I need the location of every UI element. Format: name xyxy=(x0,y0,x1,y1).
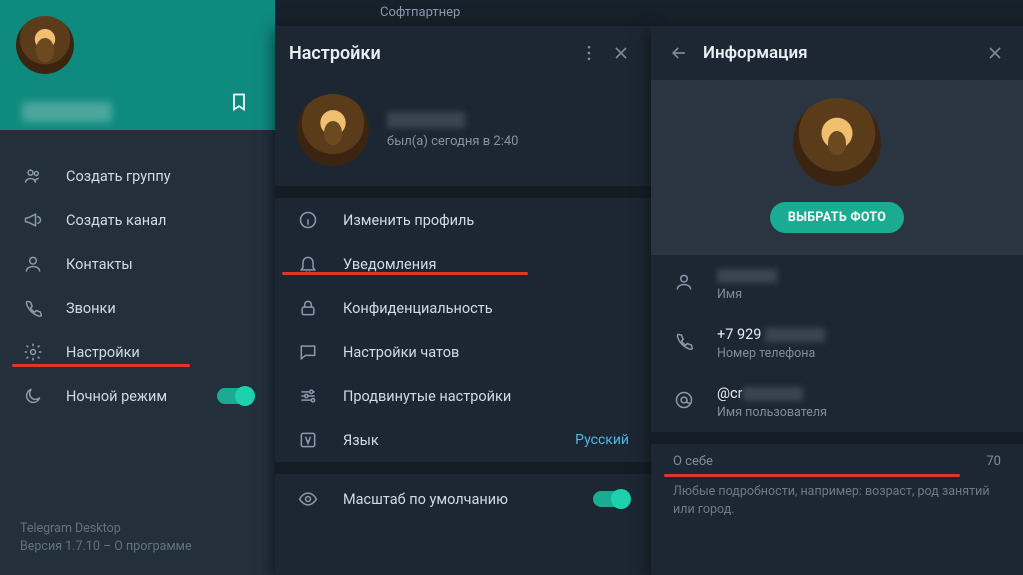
language-value: Русский xyxy=(575,432,629,448)
close-icon xyxy=(611,43,631,63)
close-button[interactable] xyxy=(979,37,1011,69)
settings-header: Настройки xyxy=(275,26,651,80)
back-button[interactable] xyxy=(663,37,695,69)
phone-icon xyxy=(673,330,695,352)
row-edit-profile[interactable]: Изменить профиль xyxy=(275,198,651,242)
bookmark-icon xyxy=(229,92,249,112)
eye-icon xyxy=(297,488,319,510)
field-label: Имя xyxy=(717,287,777,302)
field-label: Номер телефона xyxy=(717,346,825,361)
field-username[interactable]: @cr Имя пользователя xyxy=(651,373,1023,432)
phone-icon xyxy=(22,297,44,319)
close-icon xyxy=(985,43,1005,63)
row-advanced[interactable]: Продвинутые настройки xyxy=(275,374,651,418)
sidebar-header xyxy=(0,0,275,130)
row-chat-settings[interactable]: Настройки чатов xyxy=(275,330,651,374)
choose-photo-button[interactable]: ВЫБРАТЬ ФОТО xyxy=(770,202,904,233)
settings-panel: Настройки был(а) сегодня в 2:40 Изменить… xyxy=(275,26,651,575)
username-redacted xyxy=(22,102,112,122)
annotation-underline xyxy=(12,364,190,367)
profile-summary: был(а) сегодня в 2:40 xyxy=(275,80,651,186)
row-label: Изменить профиль xyxy=(343,212,474,229)
default-scale-toggle[interactable] xyxy=(593,491,629,507)
photo-area: ВЫБРАТЬ ФОТО xyxy=(651,80,1023,255)
divider xyxy=(275,462,651,474)
menu-calls[interactable]: Звонки xyxy=(0,286,275,330)
last-seen-status: был(а) сегодня в 2:40 xyxy=(387,134,519,149)
menu-label: Создать канал xyxy=(66,212,166,229)
phone-value: +7 929 xyxy=(717,326,761,343)
name-redacted xyxy=(717,269,777,283)
night-mode-toggle[interactable] xyxy=(217,388,253,404)
at-icon xyxy=(673,389,695,411)
sidebar-menu: Создать группу Создать канал Контакты Зв… xyxy=(0,130,275,418)
menu-create-group[interactable]: Создать группу xyxy=(0,154,275,198)
close-button[interactable] xyxy=(605,37,637,69)
settings-title-text: Настройки xyxy=(289,43,573,64)
language-icon xyxy=(297,429,319,451)
about-char-count: 70 xyxy=(986,454,1001,469)
avatar[interactable] xyxy=(297,94,369,166)
person-icon xyxy=(22,253,44,275)
row-label: Язык xyxy=(343,432,379,449)
row-label: Уведомления xyxy=(343,256,436,273)
annotation-underline xyxy=(664,474,960,477)
more-button[interactable] xyxy=(573,37,605,69)
group-icon xyxy=(22,165,44,187)
moon-icon xyxy=(22,385,44,407)
row-label: Настройки чатов xyxy=(343,344,459,361)
chat-header: Софтпартнер xyxy=(275,0,1023,26)
username-redacted xyxy=(743,387,803,401)
phone-redacted xyxy=(765,328,825,342)
menu-create-channel[interactable]: Создать канал xyxy=(0,198,275,242)
chat-icon xyxy=(297,341,319,363)
sliders-icon xyxy=(297,385,319,407)
menu-label: Звонки xyxy=(66,300,116,317)
saved-messages-button[interactable] xyxy=(225,88,253,116)
dots-vertical-icon xyxy=(579,43,599,63)
field-phone[interactable]: +7 929 Номер телефона xyxy=(651,314,1023,373)
row-label: Продвинутые настройки xyxy=(343,388,511,405)
divider xyxy=(651,432,1023,444)
menu-label: Ночной режим xyxy=(66,388,167,405)
arrow-left-icon xyxy=(669,43,689,63)
row-privacy[interactable]: Конфиденциальность xyxy=(275,286,651,330)
menu-label: Контакты xyxy=(66,256,133,273)
avatar[interactable] xyxy=(793,98,881,186)
info-icon xyxy=(297,209,319,231)
megaphone-icon xyxy=(22,209,44,231)
info-title-text: Информация xyxy=(703,43,979,63)
field-label: Имя пользователя xyxy=(717,405,827,420)
menu-contacts[interactable]: Контакты xyxy=(0,242,275,286)
menu-night-mode[interactable]: Ночной режим xyxy=(0,374,275,418)
annotation-underline xyxy=(282,272,528,275)
sidebar-footer: Telegram Desktop Версия 1.7.10 – О прогр… xyxy=(20,520,192,558)
about-hint: Любые подробности, например: возраст, ро… xyxy=(673,483,1001,519)
row-language[interactable]: Язык Русский xyxy=(275,418,651,462)
version-text: Версия 1.7.10 – xyxy=(20,539,114,554)
info-panel: Информация ВЫБРАТЬ ФОТО Имя +7 929 Номер… xyxy=(651,26,1023,575)
menu-label: Создать группу xyxy=(66,168,171,185)
lock-icon xyxy=(297,297,319,319)
field-name[interactable]: Имя xyxy=(651,255,1023,314)
settings-list: Изменить профиль Уведомления Конфиденциа… xyxy=(275,198,651,462)
divider xyxy=(275,186,651,198)
main-menu-sidebar: Создать группу Создать канал Контакты Зв… xyxy=(0,0,275,575)
row-default-scale[interactable]: Масштаб по умолчанию xyxy=(275,474,651,524)
name-redacted xyxy=(387,112,465,128)
person-icon xyxy=(673,271,695,293)
menu-label: Настройки xyxy=(66,344,140,361)
info-header: Информация xyxy=(651,26,1023,80)
menu-settings[interactable]: Настройки xyxy=(0,330,275,374)
avatar[interactable] xyxy=(16,16,74,74)
gear-icon xyxy=(22,341,44,363)
about-label: О себе xyxy=(673,454,1001,469)
app-name: Telegram Desktop xyxy=(20,520,192,539)
about-link[interactable]: О программе xyxy=(114,539,191,554)
row-notifications[interactable]: Уведомления xyxy=(275,242,651,286)
username-value: @cr xyxy=(717,385,743,402)
row-label: Конфиденциальность xyxy=(343,300,493,317)
row-label: Масштаб по умолчанию xyxy=(343,491,508,508)
about-section[interactable]: О себе 70 Любые подробности, например: в… xyxy=(651,444,1023,519)
